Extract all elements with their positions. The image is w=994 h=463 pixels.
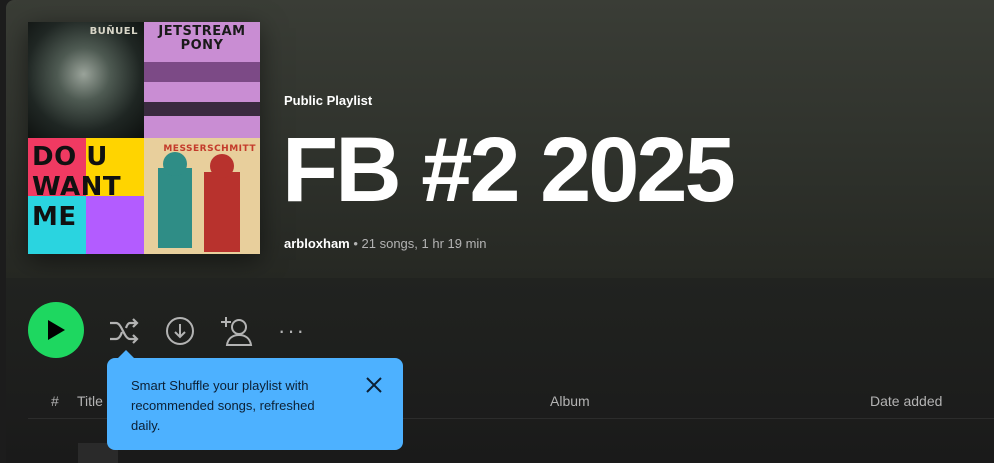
- playlist-stats: • 21 songs, 1 hr 19 min: [349, 236, 487, 251]
- smart-shuffle-tooltip: Smart Shuffle your playlist with recomme…: [107, 350, 403, 450]
- more-icon: ···: [278, 318, 306, 343]
- shuffle-button[interactable]: [106, 313, 142, 349]
- shuffle-icon: [110, 318, 139, 344]
- tooltip-arrow: [117, 350, 135, 359]
- column-header-album[interactable]: Album: [550, 393, 590, 409]
- cover-tile-2: JETSTREAM PONY: [144, 22, 260, 138]
- cover-band: [144, 62, 260, 82]
- cover-band: [144, 102, 260, 116]
- tooltip-message: Smart Shuffle your playlist with recomme…: [131, 378, 315, 433]
- column-header-title[interactable]: Title: [77, 393, 103, 409]
- cover-tile-4-art: [144, 138, 260, 254]
- playlist-type-label: Public Playlist: [284, 93, 373, 108]
- cover-tile-2-line-1: JETSTREAM: [158, 24, 246, 39]
- cover-tile-4-text: MESSERSCHMITT: [163, 144, 256, 154]
- play-button[interactable]: [28, 302, 84, 358]
- column-header-number: #: [51, 393, 59, 409]
- cover-tile-3: DO U WANT ME: [28, 138, 144, 254]
- column-header-date-added[interactable]: Date added: [870, 393, 942, 409]
- download-icon: [166, 317, 194, 345]
- close-icon: [366, 377, 382, 393]
- playlist-title[interactable]: FB #2 2025: [282, 120, 736, 220]
- tooltip-close-button[interactable]: [363, 374, 385, 396]
- cover-tile-2-text: JETSTREAM PONY: [152, 25, 252, 53]
- cover-tile-1-text: BUÑUEL: [89, 26, 138, 37]
- cover-tile-2-line-2: PONY: [180, 38, 224, 53]
- playlist-owner-link[interactable]: arbloxham: [284, 236, 350, 251]
- cover-tile-1: BUÑUEL: [28, 22, 144, 138]
- main-view: BUÑUEL JETSTREAM PONY DO U WANT ME MESSE…: [6, 0, 994, 463]
- playlist-meta: arbloxham • 21 songs, 1 hr 19 min: [284, 236, 487, 251]
- invite-collaborator-button[interactable]: [218, 313, 254, 349]
- cover-tile-4: MESSERSCHMITT: [144, 138, 260, 254]
- more-options-button[interactable]: ···: [274, 313, 310, 349]
- download-button[interactable]: [162, 313, 198, 349]
- play-icon: [48, 320, 65, 340]
- add-user-icon: [221, 317, 253, 346]
- cover-tile-3-text: DO U WANT ME: [32, 142, 122, 232]
- playlist-header: BUÑUEL JETSTREAM PONY DO U WANT ME MESSE…: [6, 0, 994, 278]
- playlist-cover[interactable]: BUÑUEL JETSTREAM PONY DO U WANT ME MESSE…: [28, 22, 260, 254]
